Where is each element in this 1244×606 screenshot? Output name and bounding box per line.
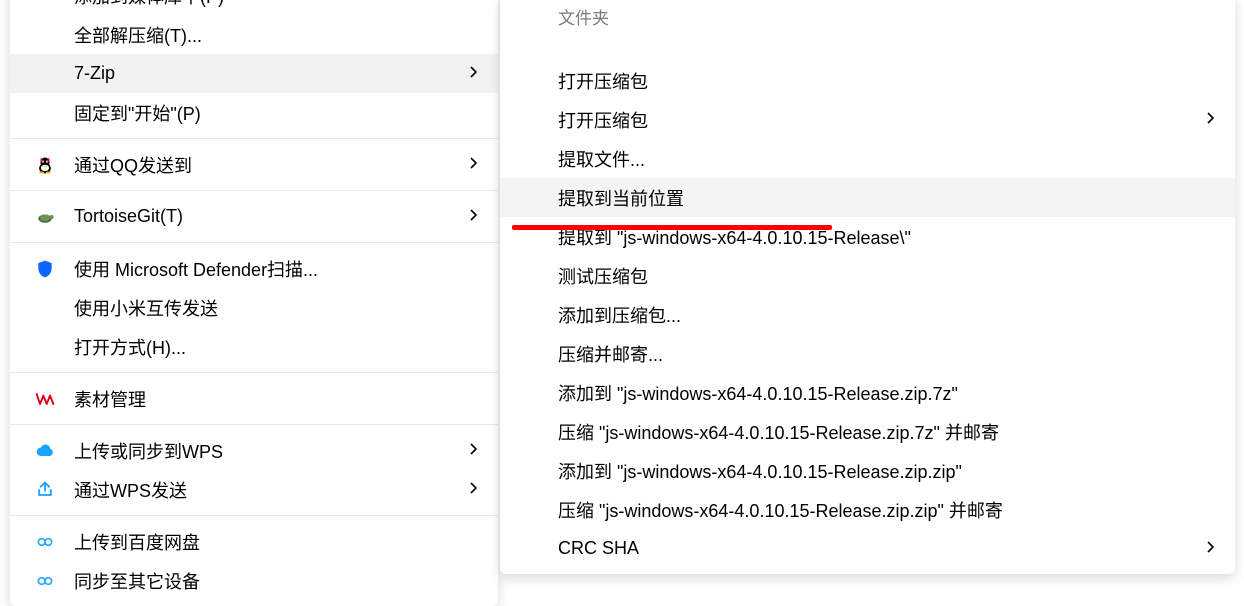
menu-item-extract-all[interactable]: 全部解压缩(T)...	[10, 15, 498, 54]
submenu-item-add-archive[interactable]: 添加到压缩包...	[500, 295, 1235, 334]
menu-item-tortoisegit[interactable]: TortoiseGit(T)	[10, 197, 498, 236]
menu-item-7zip[interactable]: 7-Zip	[10, 54, 498, 93]
submenu-item-label: CRC SHA	[558, 538, 1193, 559]
menu-item-label: 通过QQ发送到	[74, 152, 456, 178]
submenu-item-label: 压缩并邮寄...	[558, 341, 1215, 367]
submenu-item-label: 打开压缩包	[558, 107, 1193, 133]
submenu-item-label: 测试压缩包	[558, 263, 1215, 289]
menu-item-pin-start[interactable]: 固定到"开始"(P)	[10, 93, 498, 132]
menu-item-defender-scan[interactable]: 使用 Microsoft Defender扫描...	[10, 249, 498, 288]
menu-item-baidu-upload[interactable]: 上传到百度网盘	[10, 522, 498, 561]
chevron-right-icon	[1201, 112, 1215, 127]
submenu-title-label: 文件夹	[558, 4, 609, 29]
menu-item-label: 上传到百度网盘	[74, 529, 478, 555]
menu-item-qq-send[interactable]: 通过QQ发送到	[10, 145, 498, 184]
menu-item-label: 全部解压缩(T)...	[74, 22, 478, 48]
menu-separator	[10, 424, 498, 425]
menu-item-open-with[interactable]: 打开方式(H)...	[10, 327, 498, 366]
menu-item-wps-upload[interactable]: 上传或同步到WPS	[10, 431, 498, 470]
cloud-icon	[16, 441, 74, 461]
menu-separator	[10, 190, 498, 191]
submenu-item-open-archive-more[interactable]: 打开压缩包	[500, 100, 1235, 139]
submenu-item-extract-files[interactable]: 提取文件...	[500, 139, 1235, 178]
submenu-item-add-7z[interactable]: 添加到 "js-windows-x64-4.0.10.15-Release.zi…	[500, 373, 1235, 412]
share-icon	[16, 480, 74, 500]
submenu-item-compress-zip-mail[interactable]: 压缩 "js-windows-x64-4.0.10.15-Release.zip…	[500, 490, 1235, 529]
menu-item-label: 使用小米互传发送	[74, 295, 478, 321]
submenu-item-label: 压缩 "js-windows-x64-4.0.10.15-Release.zip…	[558, 419, 1215, 445]
submenu-item-test-archive[interactable]: 测试压缩包	[500, 256, 1235, 295]
menu-item-label: 添加到媒体库中(P)	[74, 0, 478, 9]
menu-item-label: 上传或同步到WPS	[74, 438, 456, 464]
menu-separator	[10, 138, 498, 139]
menu-separator	[10, 242, 498, 243]
link-icon	[16, 571, 74, 591]
submenu-item-add-zip[interactable]: 添加到 "js-windows-x64-4.0.10.15-Release.zi…	[500, 451, 1235, 490]
submenu-item-label: 打开压缩包	[558, 68, 1215, 94]
menu-item-label: 素材管理	[74, 386, 478, 412]
menu-item-label: 使用 Microsoft Defender扫描...	[74, 256, 478, 282]
submenu-item-label: 添加到压缩包...	[558, 302, 1215, 328]
submenu-item-label: 添加到 "js-windows-x64-4.0.10.15-Release.zi…	[558, 458, 1215, 484]
submenu-item-label: 提取文件...	[558, 146, 1215, 172]
submenu-item-extract-here[interactable]: 提取到当前位置	[500, 178, 1235, 217]
submenu-item-crc-sha[interactable]: CRC SHA	[500, 529, 1235, 568]
menu-separator	[10, 515, 498, 516]
submenu-section-title: 文件夹	[500, 1, 1235, 31]
menu-item-label: 固定到"开始"(P)	[74, 100, 478, 126]
annotation-redline	[512, 225, 832, 230]
context-menu-main: 添加到媒体库中(P) 全部解压缩(T)... 7-Zip 固定到"开始"(P)	[10, 0, 498, 606]
chevron-right-icon	[464, 443, 478, 458]
tortoisegit-icon	[16, 207, 74, 227]
menu-separator	[10, 372, 498, 373]
qq-icon	[16, 155, 74, 175]
menu-item-label: TortoiseGit(T)	[74, 206, 456, 227]
menu-item-wps-send[interactable]: 通过WPS发送	[10, 470, 498, 509]
shield-icon	[16, 259, 74, 279]
submenu-item-label: 提取到当前位置	[558, 185, 1215, 211]
menu-item-label: 通过WPS发送	[74, 477, 456, 503]
menu-item-add-library[interactable]: 添加到媒体库中(P)	[10, 0, 498, 15]
menu-item-label: 7-Zip	[74, 63, 456, 84]
submenu-item-label: 添加到 "js-windows-x64-4.0.10.15-Release.zi…	[558, 380, 1215, 406]
wps-icon	[16, 389, 74, 409]
chevron-right-icon	[464, 66, 478, 81]
submenu-item-compress-7z-mail[interactable]: 压缩 "js-windows-x64-4.0.10.15-Release.zip…	[500, 412, 1235, 451]
submenu-item-extract-to[interactable]: 提取到 "js-windows-x64-4.0.10.15-Release\"	[500, 217, 1235, 256]
menu-item-wps-asset[interactable]: 素材管理	[10, 379, 498, 418]
chevron-right-icon	[464, 157, 478, 172]
submenu-spacer	[500, 31, 1235, 61]
chevron-right-icon	[1201, 541, 1215, 556]
chevron-right-icon	[464, 209, 478, 224]
menu-item-label: 同步至其它设备	[74, 568, 478, 594]
menu-item-baidu-sync[interactable]: 同步至其它设备	[10, 561, 498, 600]
link-icon	[16, 532, 74, 552]
submenu-item-label: 压缩 "js-windows-x64-4.0.10.15-Release.zip…	[558, 497, 1215, 523]
chevron-right-icon	[464, 482, 478, 497]
submenu-item-open-archive[interactable]: 打开压缩包	[500, 61, 1235, 100]
menu-item-xiaomi-send[interactable]: 使用小米互传发送	[10, 288, 498, 327]
context-submenu-7zip: 文件夹 打开压缩包 打开压缩包 提取文件... 提取到当前位置 提取到 "js-…	[500, 0, 1235, 574]
submenu-item-compress-mail[interactable]: 压缩并邮寄...	[500, 334, 1235, 373]
menu-item-label: 打开方式(H)...	[74, 334, 478, 360]
